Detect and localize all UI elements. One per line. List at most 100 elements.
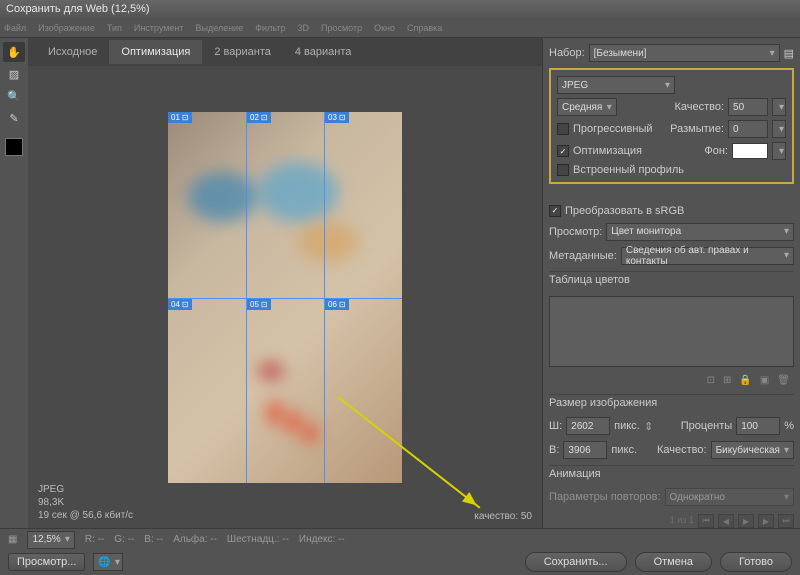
format-select[interactable]: JPEG [557, 76, 675, 94]
blur-input[interactable] [728, 120, 768, 138]
tab-4up[interactable]: 4 варианта [283, 40, 364, 64]
quality-input[interactable] [728, 98, 768, 116]
height-input[interactable] [563, 441, 607, 459]
resample-label: Качество: [657, 444, 707, 456]
srgb-label: Преобразовать в sRGB [565, 205, 684, 217]
preview-label: Просмотр: [549, 226, 602, 238]
cancel-button[interactable]: Отмена [635, 552, 712, 572]
quality-preset-select[interactable]: Средняя [557, 98, 617, 116]
progressive-checkbox[interactable] [557, 123, 569, 135]
r-value: R: -- [85, 534, 104, 545]
menu-item[interactable]: Выделение [196, 23, 244, 33]
save-button[interactable]: Сохранить... [525, 552, 627, 572]
prev-frame-icon: ◀ [718, 514, 734, 528]
preset-select[interactable]: [Безымени] [589, 44, 780, 62]
color-table-title: Таблица цветов [549, 271, 794, 288]
tab-2up[interactable]: 2 варианта [202, 40, 283, 64]
repeat-label: Параметры повторов: [549, 491, 661, 503]
alpha-value: Альфа: -- [173, 534, 217, 545]
tool-column: ✋ ▨ 🔍 ✎ [0, 38, 28, 528]
menu-item[interactable]: Окно [374, 23, 395, 33]
play-icon: ▶ [738, 514, 754, 528]
hand-tool-icon[interactable]: ✋ [3, 42, 25, 62]
menu-item[interactable]: Просмотр [321, 23, 362, 33]
zoom-select[interactable]: 12,5% [27, 531, 74, 549]
animation-title: Анимация [549, 465, 794, 482]
srgb-checkbox[interactable]: ✓ [549, 205, 561, 217]
lock-color-icon[interactable]: 🔒 [739, 375, 751, 386]
link-dimensions-icon[interactable]: ⇕ [644, 420, 654, 433]
image-size-title: Размер изображения [549, 394, 794, 411]
width-label: Ш: [549, 420, 562, 432]
quality-info: качество: 50 [474, 511, 532, 522]
menu-item[interactable]: Фильтр [255, 23, 285, 33]
next-frame-icon: ▶ [758, 514, 774, 528]
color-swatch[interactable] [5, 138, 23, 156]
color-table-toolbar: ⊡ ⊞ 🔒 ▣ 🗑 [549, 373, 794, 388]
quality-dropdown-icon[interactable] [772, 98, 786, 116]
optimized-label: Оптимизация [573, 145, 642, 157]
slice-tool-icon[interactable]: ▨ [3, 64, 25, 84]
trash-icon[interactable]: 🗑 [777, 375, 790, 386]
quality-label: Качество: [674, 101, 724, 113]
resample-select[interactable]: Бикубическая [711, 441, 794, 459]
image-canvas[interactable]: 01⊡ 02⊡ 03⊡ 04⊡ 05⊡ 06⊡ [168, 112, 402, 483]
optimized-checkbox[interactable]: ✓ [557, 145, 569, 157]
index-value: Индекс: -- [299, 534, 345, 545]
matte-label: Фон: [704, 145, 728, 157]
zoom-tool-icon[interactable]: 🔍 [3, 86, 25, 106]
done-button[interactable]: Готово [720, 552, 792, 572]
progressive-label: Прогрессивный [573, 123, 653, 135]
new-color-icon[interactable]: ▣ [760, 375, 769, 386]
blur-label: Размытие: [670, 123, 724, 135]
flyout-menu-icon[interactable]: ▤ [784, 47, 794, 60]
browser-preview-button[interactable]: Просмотр... [8, 553, 85, 571]
first-frame-icon: ⏮ [698, 514, 714, 528]
metadata-label: Метаданные: [549, 250, 617, 262]
preview-select[interactable]: Цвет монитора [606, 223, 794, 241]
settings-panel: Набор: [Безымени] ▤ JPEG Средняя Качеств… [542, 38, 800, 528]
menu-item[interactable]: 3D [297, 23, 309, 33]
slice-tag: 06⊡ [325, 299, 349, 310]
matte-dropdown-icon[interactable] [772, 142, 786, 160]
menu-item[interactable]: Тип [107, 23, 122, 33]
blur-dropdown-icon[interactable] [772, 120, 786, 138]
format-info: JPEG 98,3K 19 сек @ 56,6 кбит/с [38, 483, 133, 522]
menu-item[interactable]: Инструмент [134, 23, 184, 33]
last-frame-icon: ⏭ [778, 514, 794, 528]
eyedropper-tool-icon[interactable]: ✎ [3, 108, 25, 128]
g-value: G: -- [114, 534, 134, 545]
preview-area[interactable]: 01⊡ 02⊡ 03⊡ 04⊡ 05⊡ 06⊡ JPEG 98,3K 19 се… [28, 66, 542, 528]
metadata-select[interactable]: Сведения об авт. правах и контакты [621, 247, 794, 265]
window-title: Сохранить для Web (12,5%) [6, 3, 150, 15]
view-tabs: Исходное Оптимизация 2 варианта 4 вариан… [28, 38, 542, 66]
format-settings-group: JPEG Средняя Качество: Прогрессивный Раз… [549, 68, 794, 184]
slice-tag: 01⊡ [168, 112, 192, 123]
footer: ▦ 12,5% R: -- G: -- B: -- Альфа: -- Шест… [0, 528, 800, 574]
menu-bar: Файл Изображение Тип Инструмент Выделени… [0, 18, 800, 38]
tab-optimized[interactable]: Оптимизация [109, 40, 202, 64]
hex-value: Шестнадц.: -- [227, 534, 289, 545]
percent-label: Проценты [681, 420, 732, 432]
embed-profile-checkbox[interactable] [557, 164, 569, 176]
matte-colorwell[interactable] [732, 143, 768, 159]
repeat-select: Однократно [665, 488, 794, 506]
embed-profile-label: Встроенный профиль [573, 164, 684, 176]
grid-icon[interactable]: ▦ [8, 534, 17, 545]
menu-item[interactable]: Справка [407, 23, 442, 33]
preset-label: Набор: [549, 47, 585, 59]
width-input[interactable] [566, 417, 610, 435]
height-label: В: [549, 444, 559, 456]
tab-original[interactable]: Исходное [36, 40, 109, 64]
menu-item[interactable]: Файл [4, 23, 26, 33]
slice-tag: 04⊡ [168, 299, 192, 310]
browser-select[interactable]: 🌐 [93, 553, 123, 571]
map-icon[interactable]: ⊞ [723, 375, 731, 386]
lock-icon[interactable]: ⊡ [707, 375, 715, 386]
menu-item[interactable]: Изображение [38, 23, 95, 33]
percent-input[interactable] [736, 417, 780, 435]
title-bar: Сохранить для Web (12,5%) [0, 0, 800, 18]
slice-tag: 03⊡ [325, 112, 349, 123]
frame-count: 1 из 1 [670, 515, 694, 525]
b-value: B: -- [144, 534, 163, 545]
